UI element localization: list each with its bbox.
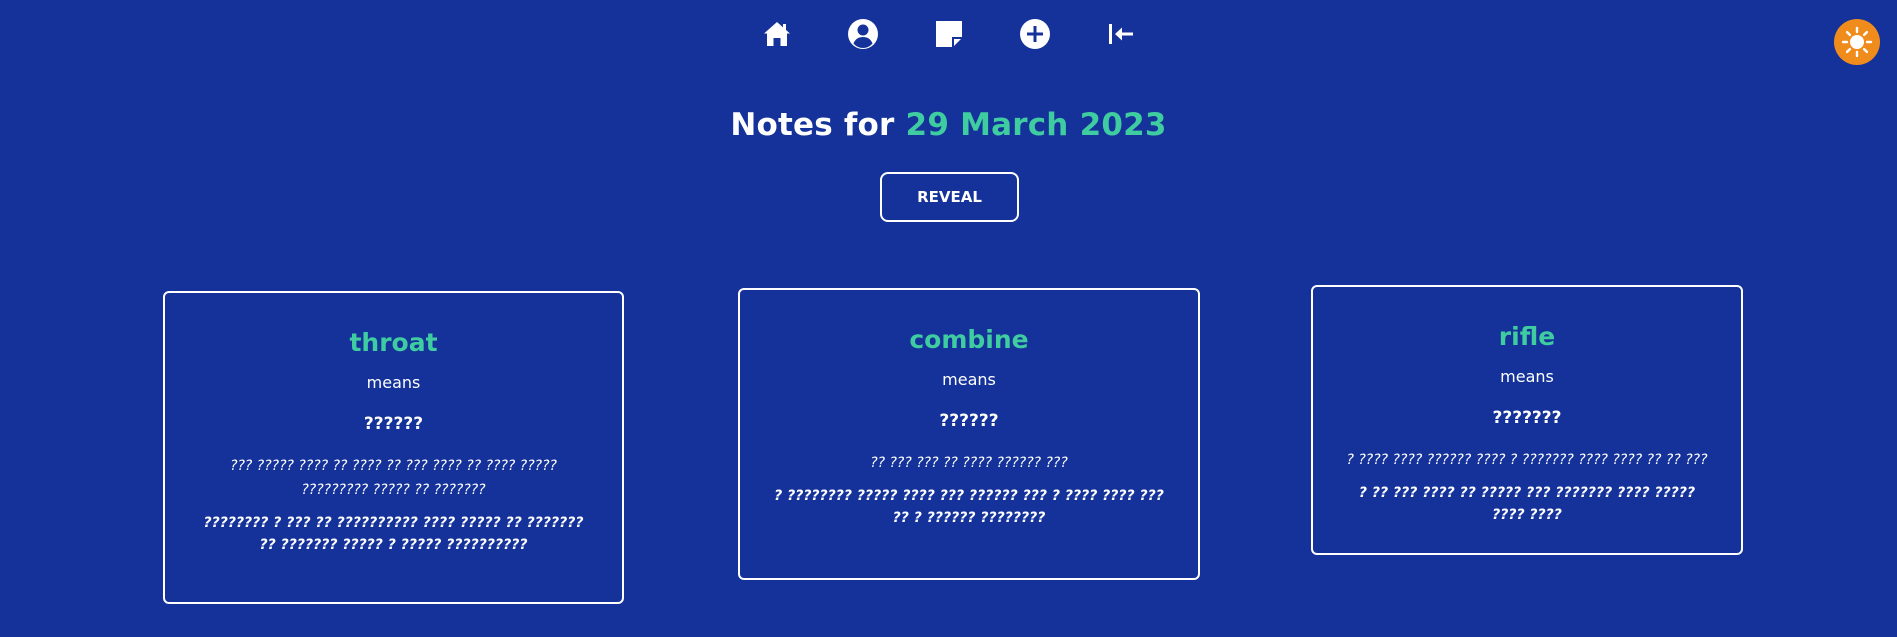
note-translation: ??????? xyxy=(1492,408,1562,428)
note-word: rifle xyxy=(1498,322,1556,351)
note-means-label: means xyxy=(366,373,421,392)
home-button[interactable] xyxy=(757,14,797,54)
arrow-left-to-bar-icon xyxy=(1108,24,1133,44)
note-means-label: means xyxy=(1500,367,1554,386)
user-circle-icon xyxy=(847,19,878,49)
note-translation: ?????? xyxy=(363,414,424,434)
page-title-date: 29 March 2023 xyxy=(905,107,1167,143)
top-nav xyxy=(0,14,1897,54)
note-example-source: ??? ????? ???? ?? ???? ?? ??? ???? ?? ??… xyxy=(230,458,557,498)
add-note-button[interactable] xyxy=(1015,14,1055,54)
profile-button[interactable] xyxy=(843,14,883,54)
note-means-label: means xyxy=(942,370,996,389)
sticky-note-icon xyxy=(935,21,962,47)
note-example-translation: ? ?? ??? ???? ?? ????? ??? ??????? ???? … xyxy=(1358,485,1696,523)
note-card: combine means ?????? ?? ??? ??? ?? ???? … xyxy=(738,288,1200,580)
notes-button[interactable] xyxy=(929,14,969,54)
page-title-prefix: Notes for xyxy=(730,107,906,143)
note-example-translation: ???????? ? ??? ?? ?????????? ???? ????? … xyxy=(203,515,584,553)
sun-icon xyxy=(1841,26,1873,58)
reveal-button[interactable]: REVEAL xyxy=(880,172,1019,222)
note-translation: ?????? xyxy=(939,411,999,431)
note-card: rifle means ??????? ? ???? ???? ?????? ?… xyxy=(1311,285,1743,555)
page-title: Notes for 29 March 2023 xyxy=(0,107,1897,143)
note-example-translation: ? ???????? ????? ???? ??? ?????? ??? ? ?… xyxy=(774,488,1164,526)
theme-toggle-button[interactable] xyxy=(1834,19,1880,65)
note-card: throat means ?????? ??? ????? ???? ?? ??… xyxy=(163,291,624,604)
note-example-source: ?? ??? ??? ?? ???? ?????? ??? xyxy=(870,455,1068,471)
note-word: throat xyxy=(349,328,438,357)
note-example-source: ? ???? ???? ?????? ???? ? ??????? ???? ?… xyxy=(1346,452,1708,468)
collapse-button[interactable] xyxy=(1101,14,1141,54)
note-word: combine xyxy=(909,325,1029,354)
home-icon xyxy=(763,22,790,46)
plus-circle-icon xyxy=(1019,19,1050,49)
